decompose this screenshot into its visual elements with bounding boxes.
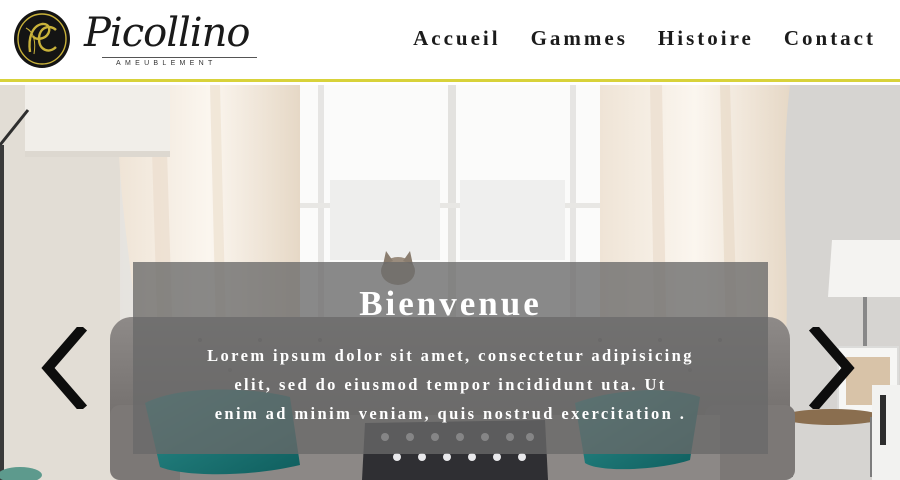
nav-contact[interactable]: Contact	[784, 24, 876, 52]
welcome-text-line: enim ad minim veniam, quis nostrud exerc…	[214, 404, 687, 423]
welcome-text-line: elit, sed do eiusmod tempor incididunt u…	[234, 375, 667, 394]
brand-logo[interactable]: Picollino AMEUBLEMENT	[12, 8, 262, 72]
site-header: Picollino AMEUBLEMENT Accueil Gammes His…	[0, 0, 900, 82]
carousel-prev-button[interactable]	[40, 323, 88, 413]
nav-histoire[interactable]: Histoire	[658, 24, 754, 52]
welcome-title: Bienvenue	[359, 284, 542, 323]
nav-gammes[interactable]: Gammes	[531, 24, 628, 52]
brand-subtitle: AMEUBLEMENT	[116, 60, 217, 67]
main-nav: Accueil Gammes Histoire Contact	[413, 24, 876, 52]
chevron-right-icon	[808, 323, 855, 413]
nav-accueil[interactable]: Accueil	[413, 24, 500, 52]
welcome-text-line: Lorem ipsum dolor sit amet, consectetur …	[207, 346, 694, 365]
monogram-emblem-icon	[14, 10, 70, 68]
brand-underline	[102, 57, 257, 58]
chevron-left-icon	[41, 323, 88, 413]
hero-carousel: Bienvenue Lorem ipsum dolor sit amet, co…	[0, 85, 900, 480]
brand-name: Picollino	[84, 10, 250, 56]
welcome-text: Lorem ipsum dolor sit amet, consectetur …	[133, 341, 768, 428]
carousel-next-button[interactable]	[808, 323, 856, 413]
welcome-caption-box: Bienvenue Lorem ipsum dolor sit amet, co…	[133, 262, 768, 454]
